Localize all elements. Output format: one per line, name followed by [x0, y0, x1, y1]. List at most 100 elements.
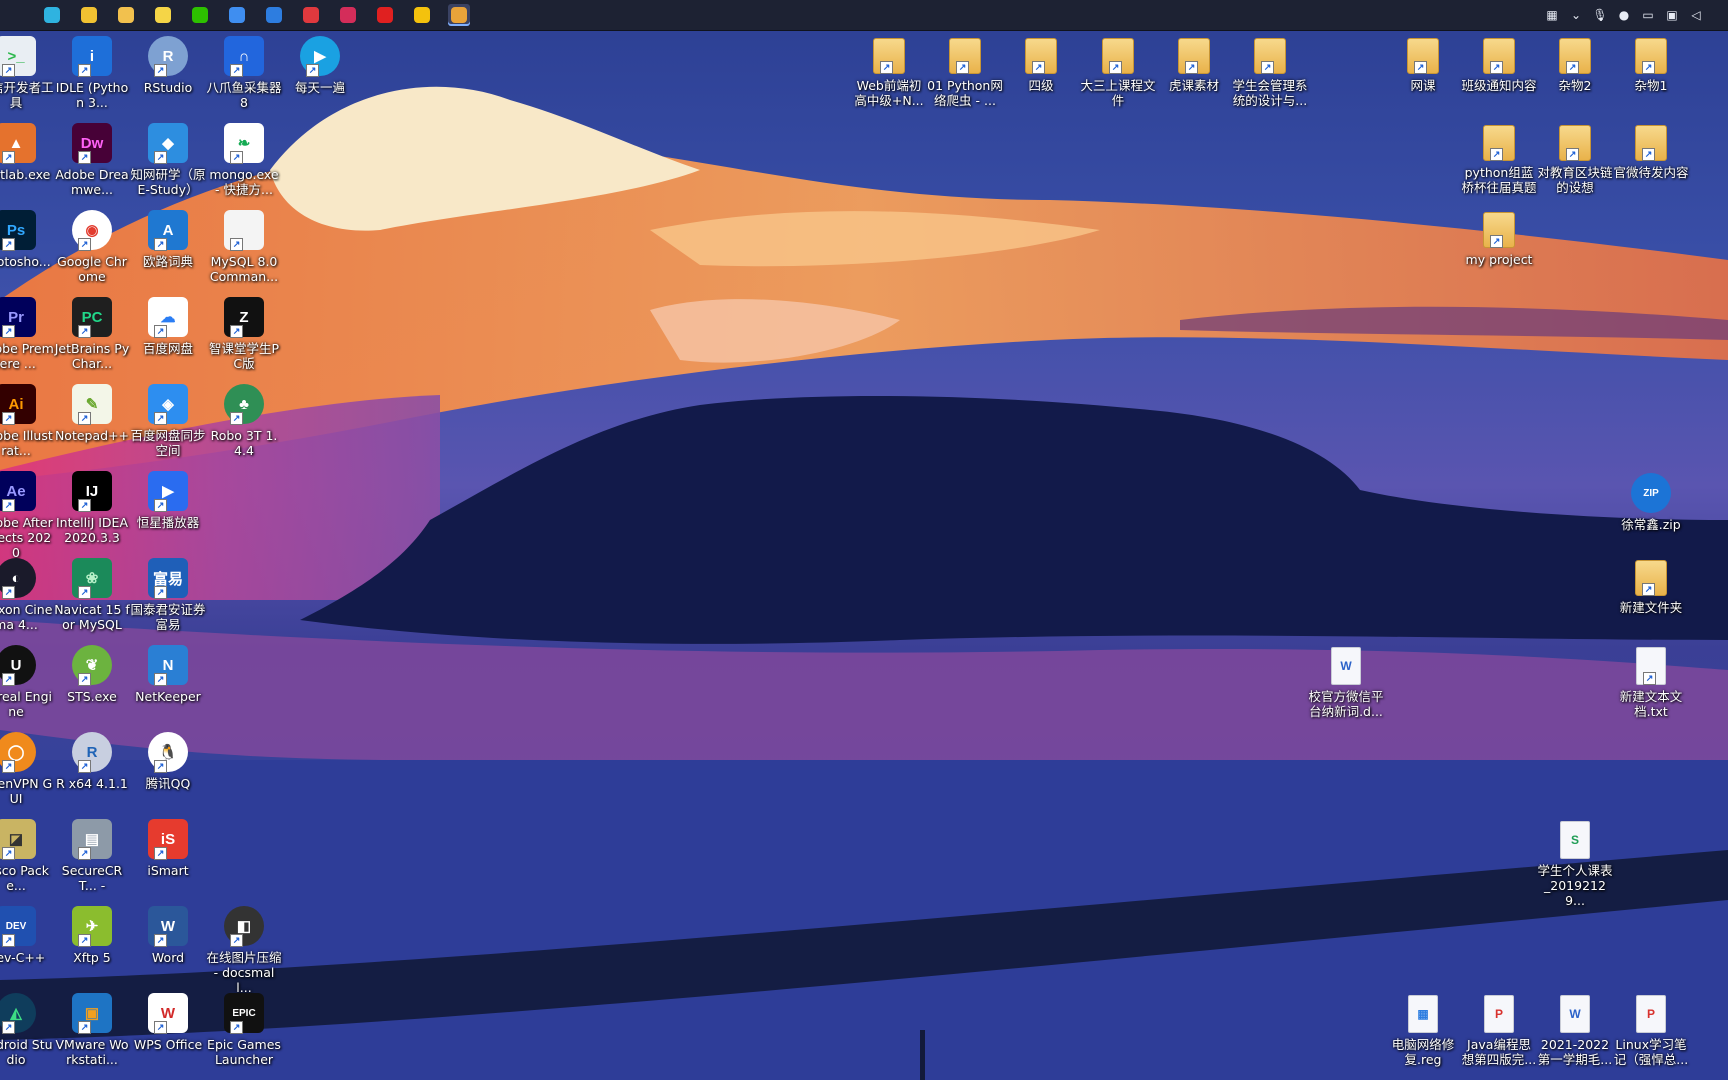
desktop-icon[interactable]: PC ↗ JetBrains PyChar... — [54, 297, 130, 371]
desktop-icon-label: Notepad++ — [54, 428, 130, 443]
chevron-up-icon[interactable]: ⌄ — [1568, 7, 1584, 23]
keyboard-icon[interactable]: ▦ — [1544, 7, 1560, 23]
desktop-icon[interactable]: 🐧 ↗ 腾讯QQ — [130, 732, 206, 791]
taskbar-app-app-red-2[interactable] — [337, 4, 359, 26]
desktop-icon[interactable]: W 2021-2022第一学期毛... — [1537, 995, 1613, 1067]
desktop-icon[interactable]: ◈ ↗ 百度网盘同步空间 — [130, 384, 206, 458]
desktop-icon[interactable]: ∩ ↗ 八爪鱼采集器 8 — [206, 36, 282, 110]
desktop-icon[interactable]: ✎ ↗ Notepad++ — [54, 384, 130, 443]
shortcut-arrow-icon: ↗ — [78, 934, 91, 947]
desktop-icon[interactable]: ▣ ↗ VMware Workstati... — [54, 993, 130, 1067]
desktop-icon[interactable]: ◧ ↗ 在线图片压缩 - docsmall... — [206, 906, 282, 995]
taskbar-app-app-red-1[interactable] — [300, 4, 322, 26]
desktop-icon[interactable]: ↗ 四级 — [1003, 38, 1079, 93]
desktop-icon[interactable]: ▶ ↗ 恒星播放器 — [130, 471, 206, 530]
desktop-icon[interactable]: Ps↗ Photosho... — [0, 210, 54, 269]
desktop-icon[interactable]: ↗ 杂物1 — [1613, 38, 1689, 93]
desktop-icon[interactable]: ↗ 学生会管理系统的设计与... — [1232, 38, 1308, 108]
app-icon: ❦ ↗ — [72, 645, 112, 686]
desktop-icon[interactable]: ◪↗Cisco Packe... — [0, 819, 54, 893]
desktop-icon-label: RStudio — [143, 80, 193, 95]
desktop-icon[interactable]: ❀ ↗ Navicat 15 for MySQL — [54, 558, 130, 632]
qq-tray-icon[interactable]: ● — [1616, 7, 1632, 23]
desktop-icon[interactable]: Ai↗Adobe Illustrat... — [0, 384, 54, 458]
desktop-icon[interactable]: R ↗ R x64 4.1.1 — [54, 732, 130, 791]
desktop-icon[interactable]: S 学生个人课表_20192129... — [1537, 821, 1613, 908]
desktop-icon[interactable]: ✈ ↗ Xftp 5 — [54, 906, 130, 965]
desktop-icon[interactable]: ❦ ↗ STS.exe — [54, 645, 130, 704]
desktop-icon[interactable]: ▦ 电脑网络修复.reg — [1385, 995, 1461, 1067]
desktop-icon[interactable]: i ↗ IDLE (Python 3... — [54, 36, 130, 110]
desktop-icon[interactable]: P Java编程思想第四版完... — [1461, 995, 1537, 1067]
network-icon[interactable]: ▣ — [1664, 7, 1680, 23]
desktop-icon[interactable]: IJ ↗ IntelliJ IDEA 2020.3.3 — [54, 471, 130, 545]
desktop-icon[interactable]: ◭↗Android Studio — [0, 993, 54, 1067]
desktop-icon[interactable]: ↗ 新建文件夹 — [1613, 560, 1689, 615]
desktop-icon[interactable]: ◉ ↗ Google Chrome — [54, 210, 130, 284]
desktop-icon[interactable]: iS ↗ iSmart — [130, 819, 206, 878]
desktop-icon[interactable]: ↗ 新建文本文档.txt — [1613, 647, 1689, 719]
desktop-icon[interactable]: ↗ 杂物2 — [1537, 38, 1613, 93]
taskbar-app-edge[interactable] — [41, 4, 63, 26]
desktop-icon[interactable]: ❧ ↗ mongo.exe - 快捷方... — [206, 123, 282, 197]
desktop-icon[interactable]: DEV ↗ Dev-C++ — [0, 906, 54, 965]
desktop-icon[interactable]: ↗ my project — [1461, 212, 1537, 267]
desktop-icon[interactable]: Z ↗ 智课堂学生PC版 — [206, 297, 282, 371]
desktop-icon[interactable]: Ae↗Adobe After Effects 2020 — [0, 471, 54, 560]
desktop-icon[interactable]: A ↗ 欧路词典 — [130, 210, 206, 269]
desktop-icon[interactable]: 富易 ↗ 国泰君安证券富易 — [130, 558, 206, 632]
app-icon: Z ↗ — [224, 297, 264, 338]
microphone-icon[interactable]: 🎙 — [1592, 7, 1608, 23]
taskbar-app-app-yellow[interactable] — [411, 4, 433, 26]
desktop-icon[interactable]: ↗ 虎课素材 — [1156, 38, 1232, 93]
desktop-icon-label: 学生会管理系统的设计与... — [1232, 78, 1308, 108]
desktop-icon[interactable]: ↗ 班级通知内容 — [1461, 38, 1537, 93]
desktop-icon[interactable]: ▶ ↗ 每天一遍 — [282, 36, 358, 95]
desktop-icon[interactable]: Pr↗Adobe Premiere ... — [0, 297, 54, 371]
desktop-icon[interactable]: ↗ 官微待发内容 — [1613, 125, 1689, 180]
taskbar-app-app-active[interactable] — [448, 4, 470, 26]
folder-icon: ↗ — [1559, 38, 1591, 74]
taskbar-app-app-blue-1[interactable] — [226, 4, 248, 26]
taskbar-app-app-blue-2[interactable] — [263, 4, 285, 26]
desktop-icon[interactable]: ☁ ↗ 百度网盘 — [130, 297, 206, 356]
desktop-icon[interactable]: P Linux学习笔记（强悍总... — [1613, 995, 1689, 1067]
desktop-icon[interactable]: ↗ 大三上课程文件 — [1080, 38, 1156, 108]
desktop-icon[interactable]: R ↗ RStudio — [130, 36, 206, 95]
taskbar-app-wechat[interactable] — [189, 4, 211, 26]
desktop-icon[interactable]: ▲↗ Matlab.exe — [0, 123, 54, 182]
desktop-icon[interactable]: ◐↗Maxon Cinema 4... — [0, 558, 54, 632]
taskbar-app-netease-music[interactable] — [374, 4, 396, 26]
desktop-icon[interactable]: ↗ 对教育区块链的设想 — [1537, 125, 1613, 195]
taskbar-app-sticky-notes[interactable] — [152, 4, 174, 26]
desktop-icon[interactable]: N ↗ NetKeeper — [130, 645, 206, 704]
taskbar-app-chrome[interactable] — [78, 4, 100, 26]
desktop-icon[interactable]: ZIP 徐常鑫.zip — [1613, 473, 1689, 532]
desktop-icon[interactable]: U↗Unreal Engine — [0, 645, 54, 719]
app-icon: Pr ↗ — [0, 297, 36, 338]
desktop-icon[interactable]: >_↗微信开发者工具 — [0, 36, 54, 110]
taskbar-app-file-explorer[interactable] — [115, 4, 137, 26]
volume-icon[interactable]: ◁ — [1688, 7, 1704, 23]
desktop-icon[interactable]: ↗ 01 Python网络爬虫 - ... — [927, 38, 1003, 108]
desktop-icon[interactable]: ↗ 网课 — [1385, 38, 1461, 93]
folder-icon: ↗ — [1407, 38, 1439, 74]
battery-icon[interactable]: ▭ — [1640, 7, 1656, 23]
desktop-icon[interactable]: ▤ ↗ SecureCRT... - — [54, 819, 130, 893]
shortcut-arrow-icon: ↗ — [78, 238, 91, 251]
desktop-icon-label: 学生个人课表_20192129... — [1537, 863, 1613, 908]
desktop-icon[interactable]: ◯↗OpenVPN GUI — [0, 732, 54, 806]
desktop-icon[interactable]: EPIC ↗ Epic Games Launcher — [206, 993, 282, 1067]
desktop-icon[interactable]: ♣ ↗ Robo 3T 1.4.4 — [206, 384, 282, 458]
desktop-icon[interactable]: W 校官方微信平台纳新词.d... — [1308, 647, 1384, 719]
desktop-icon[interactable]: ◆ ↗ 知网研学（原E-Study） — [130, 123, 206, 197]
desktop-icon[interactable]: ↗ python组蓝桥杯往届真题 — [1461, 125, 1537, 195]
shortcut-arrow-icon: ↗ — [154, 151, 167, 164]
desktop-icon[interactable]: Dw ↗ Adobe Dreamwe... — [54, 123, 130, 197]
app-yellow-icon — [414, 7, 430, 23]
desktop-icon[interactable]: ↗ MySQL 8.0 Comman... — [206, 210, 282, 284]
desktop-icon[interactable]: W ↗ Word — [130, 906, 206, 965]
app-icon-glyph: Ai — [8, 395, 24, 413]
desktop-icon[interactable]: ↗ Web前端初高中级+N... — [851, 38, 927, 108]
desktop-icon[interactable]: W ↗ WPS Office — [130, 993, 206, 1052]
